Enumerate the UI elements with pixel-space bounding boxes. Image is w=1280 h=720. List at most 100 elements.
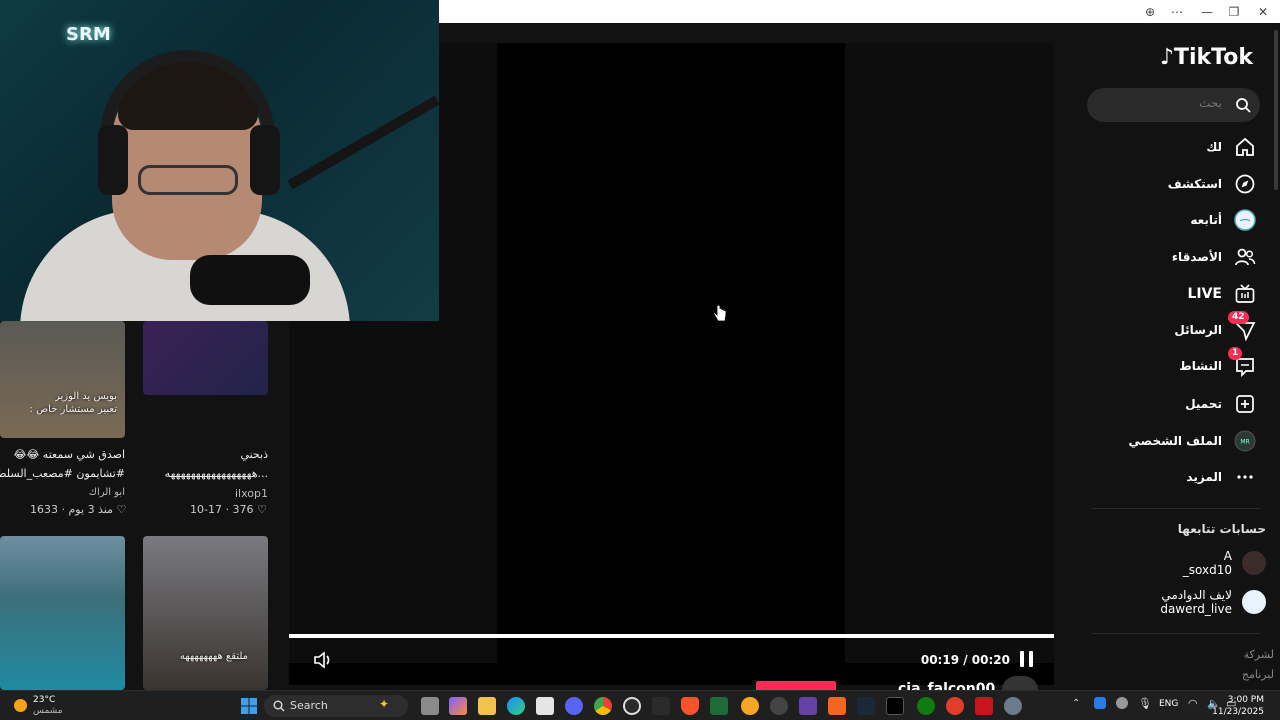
account-handle: dawerd_live (1160, 602, 1232, 616)
restore-icon[interactable]: ❐ (1226, 4, 1242, 20)
webcam-logo: SRM (66, 24, 111, 45)
volume-icon[interactable] (313, 651, 333, 669)
video-title[interactable]: ...هههههههههههههههههه (143, 467, 268, 480)
tiktok-taskbar-icon[interactable] (886, 697, 904, 715)
followed-account[interactable]: A _soxd10 (1183, 549, 1266, 577)
logo-text: TikTok (1173, 45, 1253, 70)
microphone-icon[interactable]: 🎙 (1138, 697, 1152, 710)
tray-app-icon[interactable] (1116, 697, 1128, 709)
divider (1092, 633, 1260, 634)
browser-title-bar: ⊕ ⋯ — ❐ ✕ (439, 0, 1280, 23)
nav-friends[interactable]: الأصدقاء (1172, 244, 1256, 270)
nav-activity[interactable]: النشاط 1 (1179, 347, 1256, 379)
brave-icon[interactable] (681, 697, 699, 715)
heart-outline-icon: ♡ (256, 503, 267, 516)
nav-label: أتابعه (1190, 213, 1222, 227)
language-indicator[interactable]: ENG (1159, 699, 1178, 709)
divider (1092, 508, 1260, 509)
more-icon[interactable]: ⋯ (1169, 4, 1185, 20)
discord-icon[interactable] (565, 697, 583, 715)
footer-link[interactable]: لشركة (1244, 648, 1274, 661)
weather-desc: مشمس (33, 706, 63, 716)
friends-icon (1235, 248, 1256, 266)
weather-widget[interactable]: 23°C مشمس (14, 695, 63, 717)
video-progress-bar[interactable] (289, 634, 1054, 638)
chrome-icon[interactable] (594, 697, 612, 715)
video-username[interactable]: cia_falcon00 (898, 677, 995, 690)
close-icon[interactable]: ✕ (1255, 4, 1271, 20)
settings-icon[interactable] (1004, 697, 1022, 715)
video-thumbnail[interactable] (143, 321, 268, 395)
steam-icon[interactable] (857, 697, 875, 715)
search-input[interactable] (1097, 96, 1222, 110)
search-icon (273, 700, 285, 712)
video-thumbnail[interactable]: ملتقع ههههههههه (143, 536, 268, 690)
messages-badge: 42 (1228, 311, 1249, 324)
nav-upload[interactable]: تحميل (1185, 391, 1256, 417)
like-count: 376 (232, 503, 254, 516)
app-icon[interactable] (946, 697, 964, 715)
search-bar[interactable] (1087, 88, 1260, 122)
video-author[interactable]: ابو الراك (0, 487, 125, 498)
twitch-icon[interactable] (799, 697, 817, 715)
tray-app-icon[interactable] (1094, 697, 1106, 709)
webcam-overlay: SRM (0, 0, 439, 321)
video-title[interactable]: اصدق شي سمعته 😂😂 (0, 448, 125, 461)
app-icon[interactable] (652, 697, 670, 715)
video-title[interactable]: ذبحني (143, 448, 268, 461)
nav-messages[interactable]: الرسائل 42 (1174, 311, 1256, 343)
nav-label: لك (1206, 140, 1222, 154)
excel-icon[interactable] (710, 697, 728, 715)
copilot-icon[interactable] (449, 697, 467, 715)
cursor-hand-icon (713, 305, 727, 322)
app-icon[interactable] (828, 697, 846, 715)
app-icon[interactable] (741, 697, 759, 715)
weather-temp: 23°C (33, 695, 56, 705)
app-icon[interactable] (623, 697, 641, 715)
creator-avatar[interactable] (1002, 676, 1038, 690)
taskbar-search-label: Search (290, 699, 328, 712)
minimize-icon[interactable]: — (1199, 4, 1215, 20)
taskbar-clock[interactable]: 3:00 PM 11/23/2025 (1212, 694, 1264, 718)
video-frame[interactable] (497, 43, 845, 663)
windows-start-icon[interactable] (240, 697, 258, 715)
task-view-icon[interactable] (421, 697, 439, 715)
nav-more[interactable]: المزيد (1186, 464, 1256, 490)
thumbnail-caption: تعبير مستشار خاص : (29, 404, 117, 415)
video-thumbnail[interactable] (0, 536, 125, 690)
clock-date: 11/23/2025 (1212, 707, 1264, 717)
nav-profile[interactable]: الملف الشخصي MR (1129, 428, 1256, 454)
video-author[interactable]: ilxop1 (143, 487, 268, 500)
video-meta: 10-17 · 376 ♡ (190, 503, 267, 516)
nav-following[interactable]: أتابعه (1190, 207, 1256, 233)
edge-icon[interactable] (507, 697, 525, 715)
nav-live[interactable]: LIVE (1187, 281, 1256, 307)
tiktok-note-icon: ♪ (1159, 45, 1174, 70)
obs-icon[interactable] (770, 697, 788, 715)
chevron-up-icon[interactable]: ⌃ (1072, 698, 1080, 709)
followed-account[interactable]: لايف الدوادمي dawerd_live (1160, 588, 1266, 616)
file-explorer-icon[interactable] (478, 697, 496, 715)
scrollbar-thumb[interactable] (1274, 30, 1278, 190)
search-icon[interactable] (1235, 97, 1251, 113)
video-meta: منذ 3 يوم · 1633 ♡ (30, 503, 127, 516)
nav-label: الأصدقاء (1171, 250, 1222, 264)
sidebar: ♪TikTok لك استكشف أتابعه الأصدقاء LIVE ا… (1068, 23, 1280, 690)
tiktok-logo[interactable]: ♪TikTok (1160, 45, 1253, 70)
activity-badge: 1 (1228, 347, 1243, 360)
video-time: 00:19 / 00:20 (920, 653, 1010, 667)
pause-icon[interactable] (1020, 651, 1034, 667)
app-icon[interactable] (975, 697, 993, 715)
clock-time: 3:00 PM (1227, 695, 1264, 705)
footer-link[interactable]: لبرنامج (1242, 668, 1274, 681)
nav-explore[interactable]: استكشف (1168, 171, 1256, 197)
zoom-icon[interactable]: ⊕ (1142, 4, 1158, 20)
taskbar-search[interactable]: Search ✦ (264, 695, 408, 717)
store-icon[interactable] (536, 697, 554, 715)
xbox-icon[interactable] (917, 697, 935, 715)
copilot-sparkle-icon: ✦ (379, 697, 390, 711)
video-title[interactable]: #تشايمون #مصعب_السلطا... (0, 467, 125, 480)
video-thumbnail[interactable]: بويس يد الوزير تعبير مستشار خاص : (0, 321, 125, 438)
wifi-icon[interactable]: ◠ (1188, 697, 1198, 710)
nav-for-you[interactable]: لك (1206, 134, 1256, 160)
